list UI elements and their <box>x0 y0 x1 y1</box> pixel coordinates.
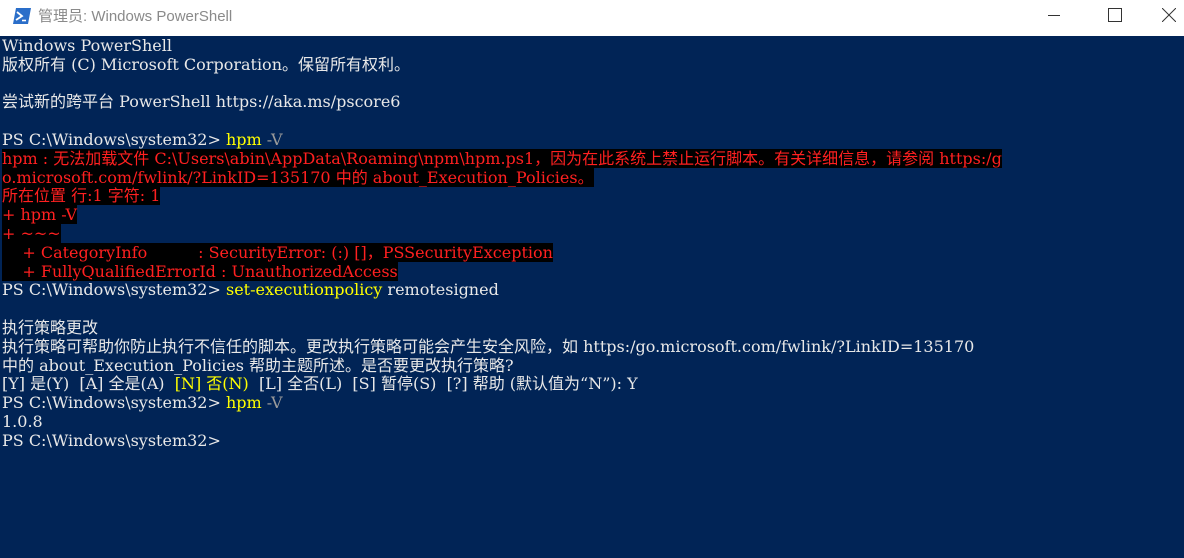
command-name: hpm <box>225 393 262 413</box>
close-icon <box>1161 7 1176 27</box>
command-argument: remotesigned <box>382 280 499 300</box>
current-prompt-line[interactable]: PS C:\Windows\system32> <box>2 430 1184 451</box>
choice-options: [L] 全否(L) [S] 暂停(S) [?] 帮助 (默认值为“N”): Y <box>248 374 638 394</box>
console-output: Windows PowerShell 版权所有 (C) Microsoft Co… <box>2 36 1184 451</box>
console-area[interactable]: Windows PowerShell 版权所有 (C) Microsoft Co… <box>0 36 1184 558</box>
error-text: + CategoryInfo : SecurityError: (:) []，P… <box>2 242 553 262</box>
powershell-window: 管理员: Windows PowerShell Windows PowerShe… <box>0 0 1184 558</box>
command-name: hpm <box>225 129 262 149</box>
version-output: 1.0.8 <box>2 411 43 431</box>
error-line: + ~~~ <box>2 223 1184 244</box>
banner-line: Windows PowerShell <box>2 36 172 55</box>
command-line: PS C:\Windows\system32> hpm -V <box>2 129 1184 150</box>
error-text: 所在位置 行:1 字符: 1 <box>2 186 161 206</box>
command-name: set-executionpolicy <box>225 280 383 300</box>
minimize-button[interactable] <box>1031 0 1077 34</box>
command-line: PS C:\Windows\system32> hpm -V <box>2 393 1184 413</box>
command-line: PS C:\Windows\system32> set-executionpol… <box>2 280 1184 300</box>
prompt: PS C:\Windows\system32> <box>2 280 226 300</box>
command-parameter: -V <box>261 393 283 413</box>
error-text: o.microsoft.com/fwlink/?LinkID=135170 中的… <box>2 167 594 187</box>
command-parameter: -V <box>261 129 283 149</box>
error-line: + CategoryInfo : SecurityError: (:) []，P… <box>2 242 1184 263</box>
title-bar[interactable]: 管理员: Windows PowerShell <box>0 0 1184 36</box>
choice-default-option: [N] 否(N) <box>174 374 249 394</box>
prompt: PS C:\Windows\system32> <box>2 393 226 413</box>
error-line: hpm : 无法加载文件 C:\Users\abin\AppData\Roami… <box>2 148 1184 169</box>
choice-prompt-line: [Y] 是(Y) [A] 全是(A) [N] 否(N) [L] 全否(L) [S… <box>2 374 1184 394</box>
policy-description: 执行策略可帮助你防止执行不信任的脚本。更改执行策略可能会产生安全风险，如 htt… <box>2 336 975 356</box>
maximize-icon <box>1108 7 1122 27</box>
prompt: PS C:\Windows\system32> <box>2 129 226 149</box>
error-line: o.microsoft.com/fwlink/?LinkID=135170 中的… <box>2 167 1184 188</box>
error-line: 所在位置 行:1 字符: 1 <box>2 186 1184 206</box>
policy-heading: 执行策略更改 <box>2 317 99 337</box>
copyright-line: 版权所有 (C) Microsoft Corporation。保留所有权利。 <box>2 54 410 74</box>
error-text: + FullyQualifiedErrorId : UnauthorizedAc… <box>2 261 398 281</box>
error-text: + ~~~ <box>2 223 61 243</box>
close-button[interactable] <box>1153 0 1184 34</box>
minimize-icon <box>1048 8 1060 26</box>
error-text: + hpm -V <box>2 205 78 225</box>
powershell-icon <box>13 8 31 24</box>
error-line: + hpm -V <box>2 205 1184 225</box>
window-title: 管理员: Windows PowerShell <box>38 8 233 25</box>
error-text: hpm : 无法加载文件 C:\Users\abin\AppData\Roami… <box>2 148 1002 168</box>
prompt: PS C:\Windows\system32> <box>2 430 226 450</box>
pscore-hint-line: 尝试新的跨平台 PowerShell https://aka.ms/pscore… <box>2 92 401 112</box>
choice-options: [Y] 是(Y) [A] 全是(A) <box>2 374 175 394</box>
policy-description: 中的 about_Execution_Policies 帮助主题所述。是否要更改… <box>2 355 514 375</box>
error-line: + FullyQualifiedErrorId : UnauthorizedAc… <box>2 261 1184 282</box>
maximize-button[interactable] <box>1092 0 1138 34</box>
